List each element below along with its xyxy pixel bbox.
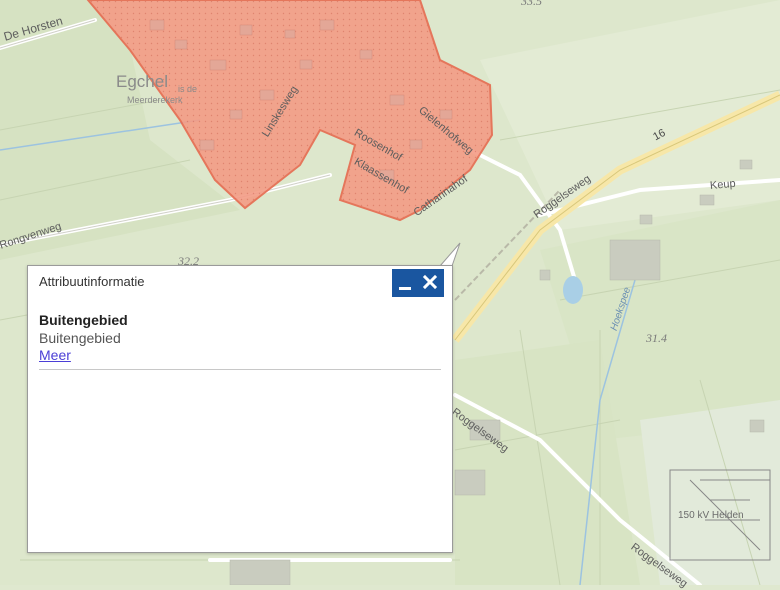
popup-body: Buitengebied Buitengebied Meer <box>39 312 441 365</box>
attribute-value: Buitengebied <box>39 330 121 346</box>
church-label: Meerderekerk <box>127 95 183 105</box>
church-prefix-label: is de <box>178 84 198 94</box>
minimize-icon <box>399 287 411 290</box>
elevation-label: 31.4 <box>646 331 667 345</box>
popup-title: Attribuutinformatie <box>39 274 145 289</box>
town-label: Egchel <box>116 72 168 91</box>
attribute-name: Buitengebied <box>39 312 128 328</box>
close-icon <box>422 274 438 290</box>
minimize-button[interactable] <box>392 269 418 297</box>
close-button[interactable] <box>418 269 444 297</box>
attribute-info-popup: Attribuutinformatie Buitengebied Buiteng… <box>27 265 453 553</box>
elevation-label: 33.5 <box>521 0 542 8</box>
street-label-keup: Keup <box>709 177 737 192</box>
facility-label: 150 kV Helden <box>678 510 744 521</box>
popup-toolbar <box>392 269 444 297</box>
more-link[interactable]: Meer <box>39 347 71 363</box>
popup-divider <box>39 369 441 370</box>
